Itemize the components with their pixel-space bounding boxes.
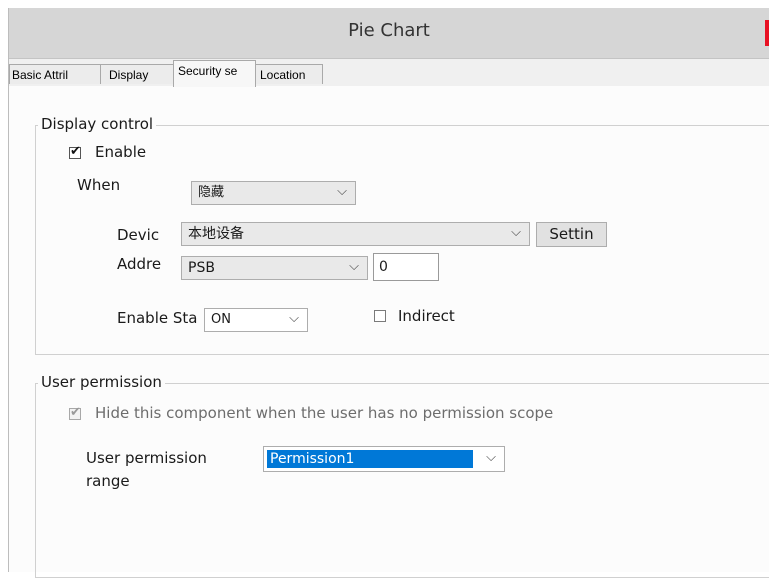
chevron-down-icon: ⌵ [289,311,299,326]
permission-range-label: User permission [86,449,207,467]
device-label: Devic [117,226,160,244]
when-select[interactable]: 隐藏 ⌵ [191,181,356,205]
chevron-down-icon: ⌵ [337,184,347,199]
enable-state-select[interactable]: ON ⌵ [204,308,308,332]
tab-security-settings[interactable]: Security se [173,60,256,87]
enable-state-label: Enable Sta [117,309,198,327]
tab-location[interactable]: Location [255,64,323,84]
permission-range-label-line2: range [86,472,130,490]
address-label: Addre [117,255,162,273]
device-select[interactable]: 本地设备 ⌵ [181,222,530,246]
tab-panel-security: Display control ✔ Enable When 隐藏 ⌵ Devic… [9,86,769,578]
dialog-window: Pie Chart Basic Attril Display Security … [8,8,769,578]
permission-range-select[interactable]: Permission1 ⌵ [263,446,505,472]
settings-button[interactable]: Settin [536,222,607,247]
address-number-value: 0 [379,259,388,275]
window-title: Pie Chart [348,20,430,41]
close-button-edge[interactable] [765,20,769,46]
hide-component-checkbox[interactable]: ✔ [69,405,81,420]
address-type-value: PSB [188,260,215,276]
checkmark-icon: ✔ [70,405,81,420]
title-bar[interactable]: Pie Chart [9,8,769,59]
tab-strip: Basic Attril Display Security se Locatio… [9,58,769,87]
enable-state-value: ON [211,312,231,327]
address-type-select[interactable]: PSB ⌵ [181,256,368,280]
indirect-checkbox[interactable] [374,310,386,322]
chevron-down-icon: ⌵ [511,225,521,240]
tab-basic-attributes[interactable]: Basic Attril [9,64,101,84]
tab-display[interactable]: Display [100,64,174,84]
enable-checkbox[interactable]: ✔ [69,144,81,159]
chevron-down-icon: ⌵ [349,259,359,274]
chevron-down-icon: ⌵ [486,450,496,465]
display-control-legend: Display control [38,115,157,133]
permission-range-value: Permission1 [270,451,355,467]
when-label: When [77,176,121,194]
address-number-input[interactable]: 0 [373,253,439,281]
enable-label: Enable [95,143,147,161]
user-permission-legend: User permission [38,373,165,391]
selected-option-highlight: Permission1 [267,450,473,468]
hide-component-label: Hide this component when the user has no… [95,404,554,422]
when-select-value: 隐藏 [198,185,225,200]
indirect-label: Indirect [398,307,455,325]
device-select-value: 本地设备 [188,226,244,242]
checkmark-icon: ✔ [70,144,81,159]
